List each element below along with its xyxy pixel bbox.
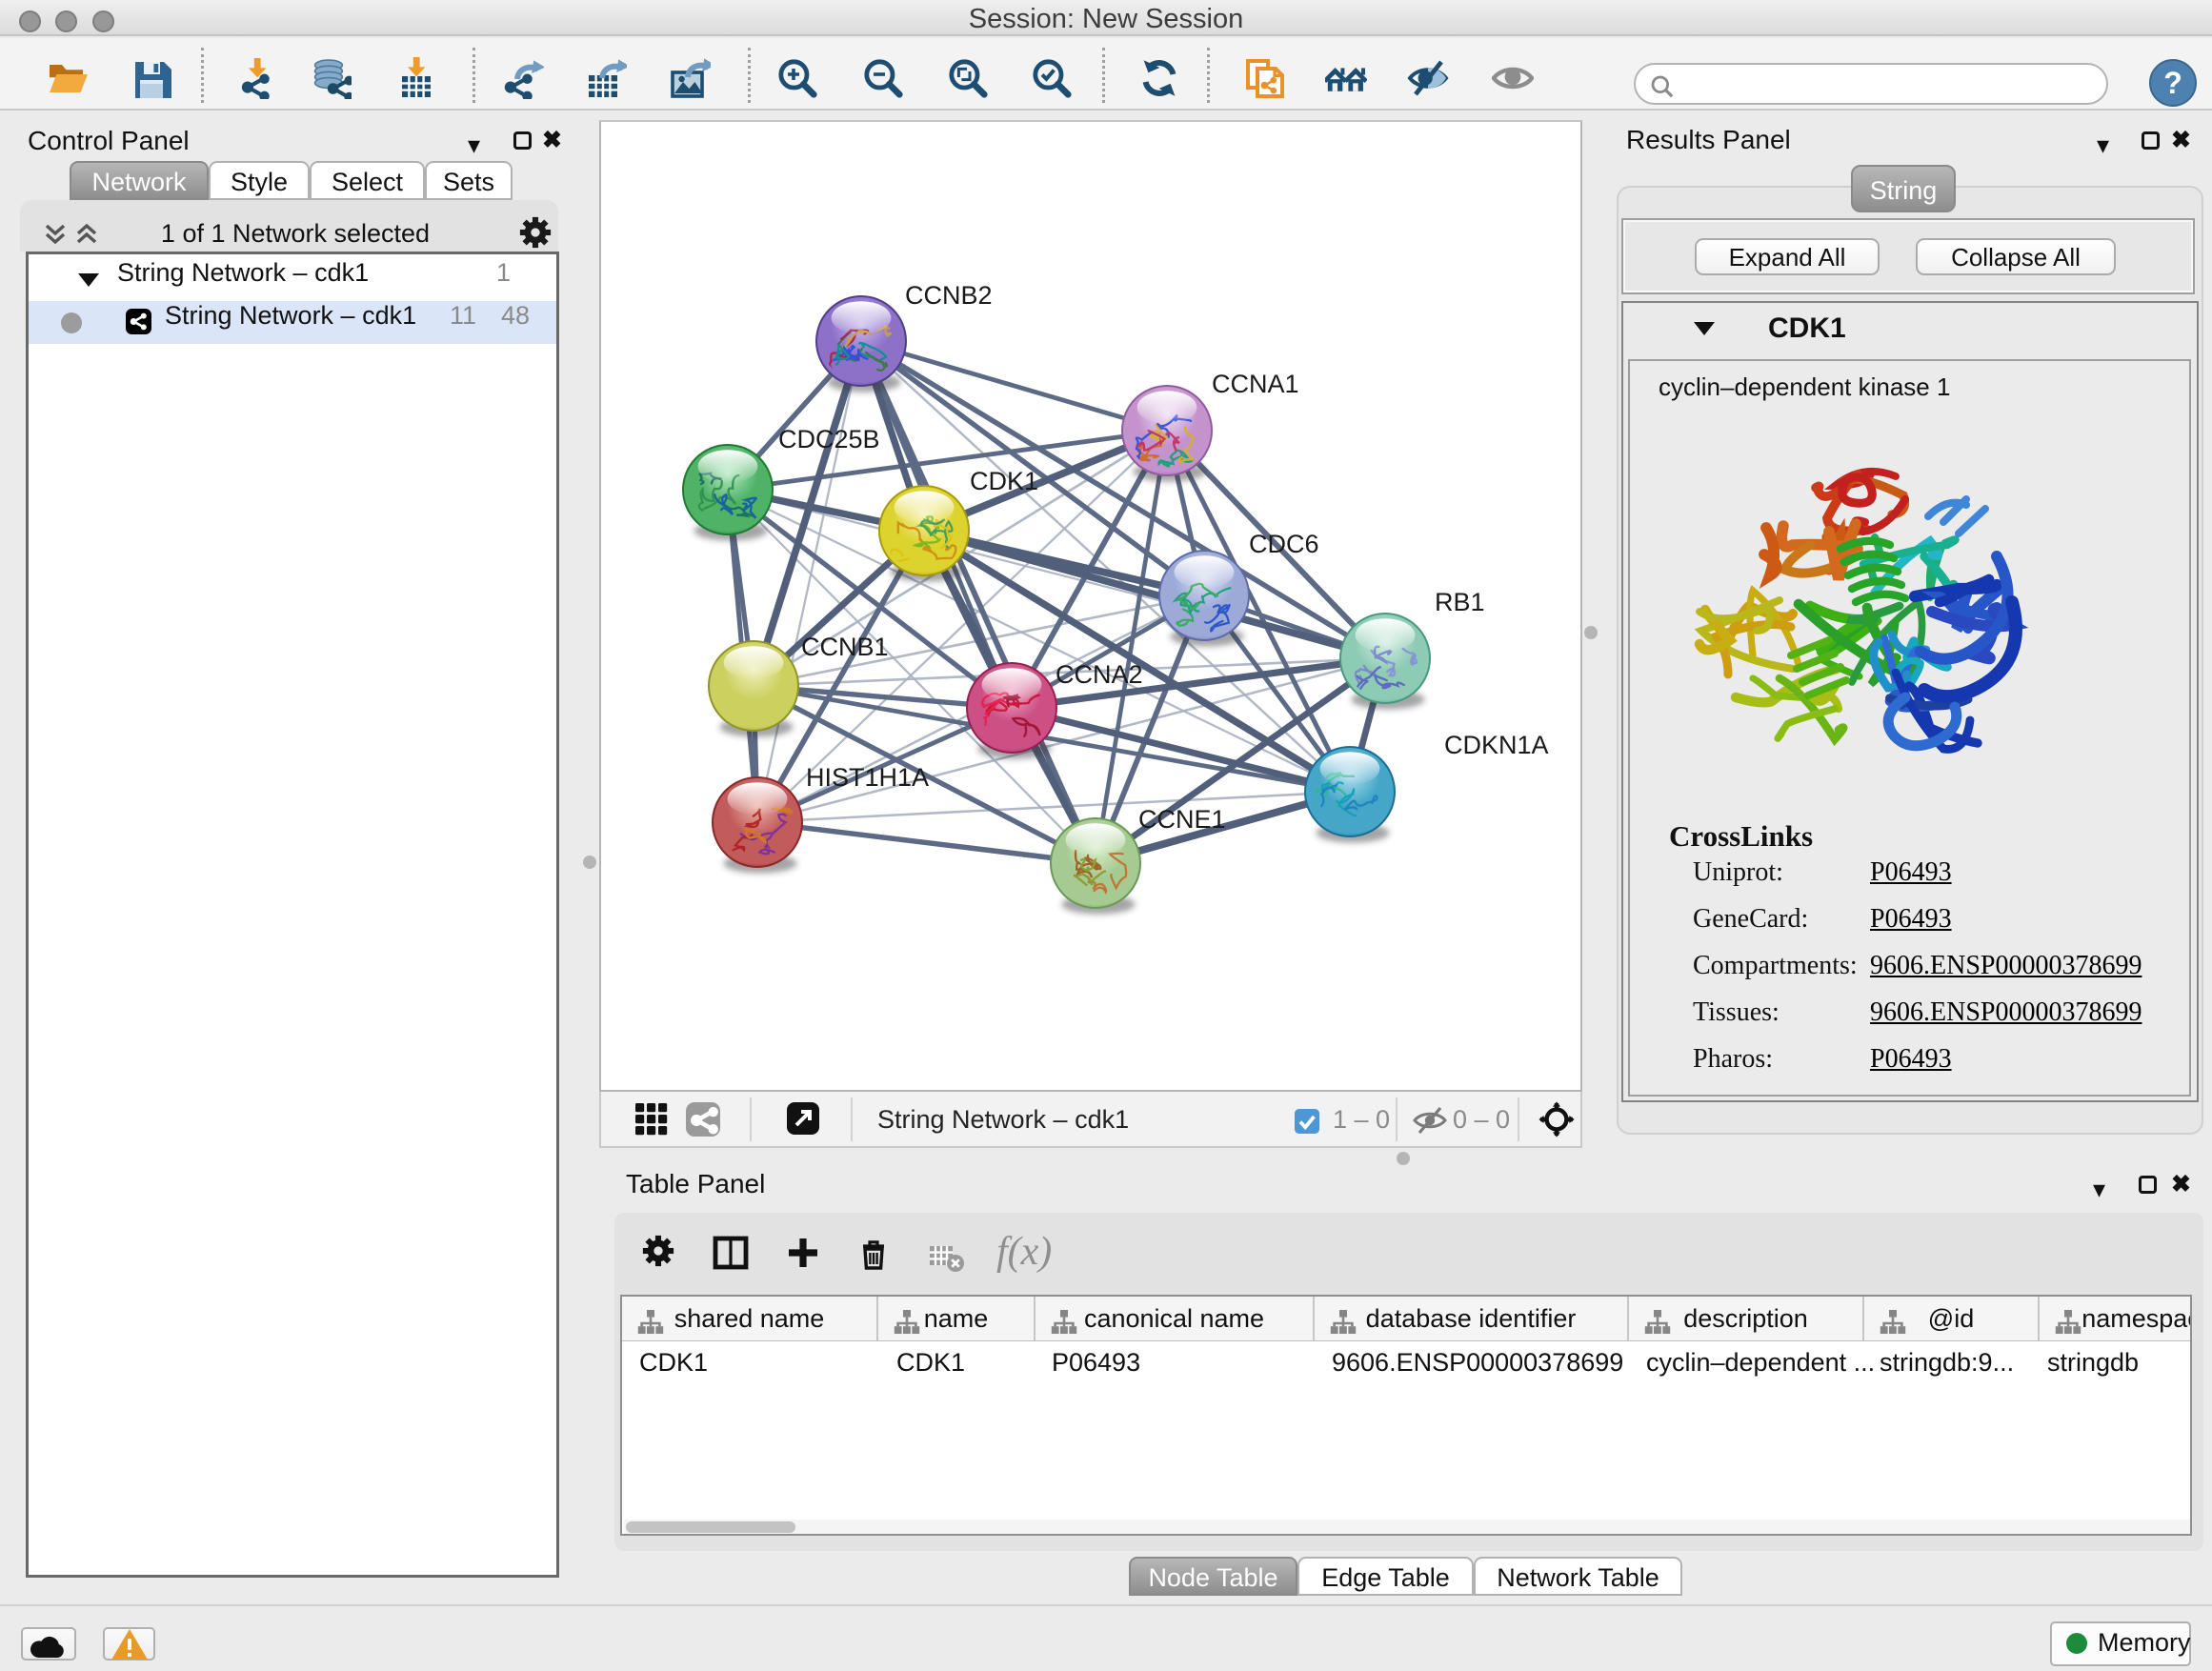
svg-text:CDC25B: CDC25B: [778, 425, 880, 453]
svg-text:CCNB1: CCNB1: [801, 633, 889, 661]
svg-text:?: ?: [2163, 66, 2182, 100]
svg-text:CDC6: CDC6: [1249, 530, 1319, 558]
svg-text:RB1: RB1: [1435, 588, 1485, 616]
svg-text:HIST1H1A: HIST1H1A: [806, 763, 929, 792]
svg-text:CCNE1: CCNE1: [1138, 805, 1226, 834]
svg-text:CCNA2: CCNA2: [1056, 660, 1143, 689]
svg-text:CDK1: CDK1: [970, 467, 1038, 495]
svg-text:CDKN1A: CDKN1A: [1444, 731, 1549, 759]
svg-text:CCNB2: CCNB2: [905, 281, 993, 310]
svg-text:CCNA1: CCNA1: [1212, 370, 1299, 398]
